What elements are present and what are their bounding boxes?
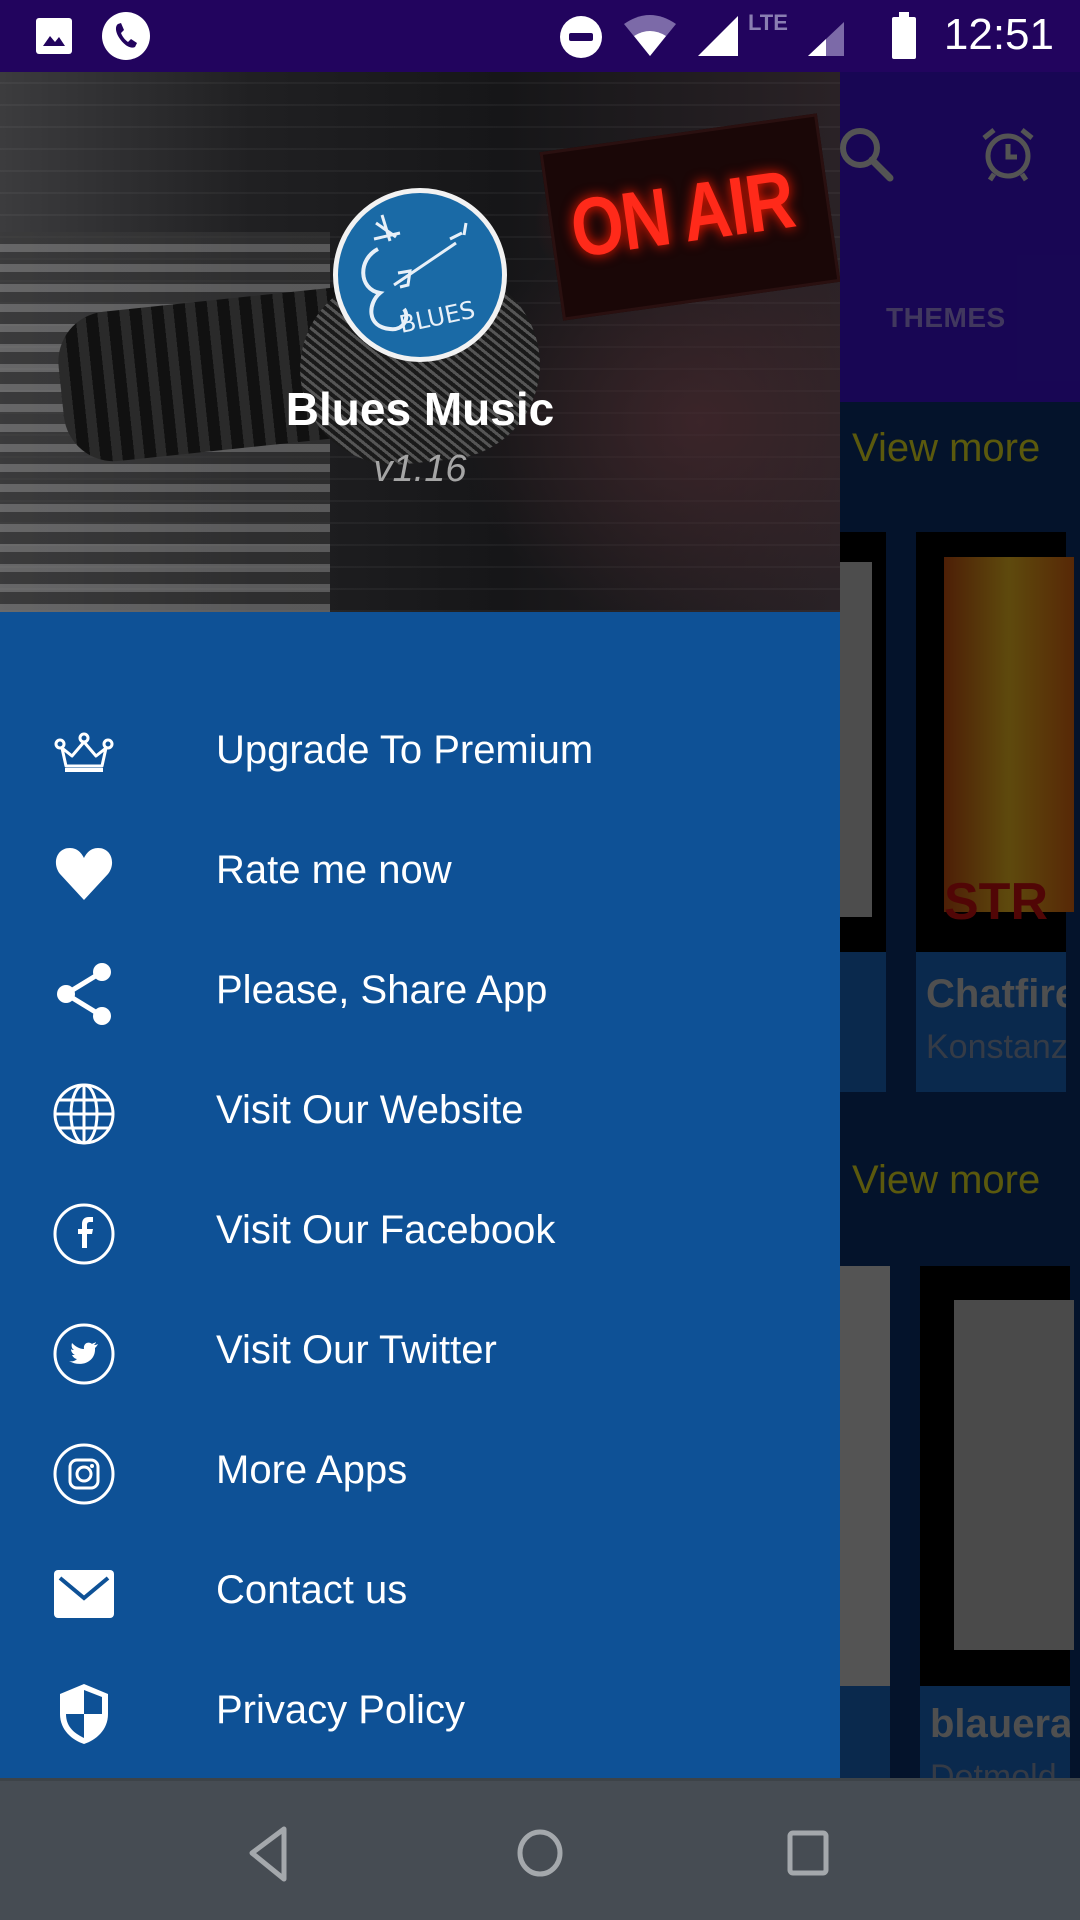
- navigation-drawer: ON AIR BLUES Blues Music v1.16 Upgrade T…: [0, 72, 840, 1778]
- crown-icon: [52, 722, 116, 786]
- app-name: Blues Music: [285, 383, 555, 435]
- menu-item-label: Privacy Policy: [216, 1688, 465, 1732]
- share-icon: [52, 962, 116, 1026]
- menu-item-share[interactable]: Please, Share App: [0, 932, 840, 1052]
- menu-item-label: More Apps: [216, 1448, 408, 1492]
- wifi-icon: [622, 12, 678, 63]
- recents-icon: [787, 1830, 829, 1876]
- phone-call-notification-icon: [100, 10, 152, 67]
- menu-item-facebook[interactable]: Visit Our Facebook: [0, 1172, 840, 1292]
- globe-icon: [52, 1082, 116, 1146]
- signal-icon: [696, 14, 740, 63]
- recents-button[interactable]: [776, 1821, 840, 1885]
- twitter-icon: [52, 1322, 116, 1386]
- home-icon: [517, 1829, 563, 1877]
- battery-icon: [890, 12, 918, 65]
- menu-item-label: Upgrade To Premium: [216, 728, 594, 772]
- facebook-icon: [52, 1202, 116, 1266]
- menu-item-label: Please, Share App: [216, 968, 548, 1012]
- lte-label: LTE: [748, 10, 788, 35]
- menu-item-label: Visit Our Website: [216, 1088, 524, 1132]
- status-bar: LTE 12:51: [0, 0, 1080, 72]
- menu-item-label: Visit Our Twitter: [216, 1328, 497, 1372]
- menu-item-label: Rate me now: [216, 848, 452, 892]
- menu-item-more-apps[interactable]: More Apps: [0, 1412, 840, 1532]
- back-button[interactable]: [240, 1821, 304, 1885]
- heart-icon: [52, 842, 116, 906]
- menu-item-upgrade-premium[interactable]: Upgrade To Premium: [0, 692, 840, 812]
- on-air-text: ON AIR: [565, 154, 799, 276]
- menu-item-twitter[interactable]: Visit Our Twitter: [0, 1292, 840, 1412]
- menu-item-website[interactable]: Visit Our Website: [0, 1052, 840, 1172]
- menu-item-label: Contact us: [216, 1568, 408, 1612]
- back-icon: [249, 1826, 287, 1882]
- shield-icon: [52, 1682, 116, 1746]
- gallery-notification-icon: [34, 16, 74, 61]
- on-air-sign: ON AIR: [539, 113, 840, 321]
- menu-item-rate[interactable]: Rate me now: [0, 812, 840, 932]
- lte-signal-icon: [806, 20, 846, 63]
- mail-icon: [52, 1562, 116, 1626]
- status-time: 12:51: [943, 10, 1054, 59]
- menu-item-label: Visit Our Facebook: [216, 1208, 556, 1252]
- logo-text: BLUES: [397, 296, 478, 339]
- system-nav-bar: [0, 1778, 1080, 1920]
- app-version: v1.16: [373, 448, 467, 490]
- instagram-icon: [52, 1442, 116, 1506]
- menu-item-privacy[interactable]: Privacy Policy: [0, 1652, 840, 1772]
- app-logo: BLUES: [333, 188, 507, 362]
- do-not-disturb-icon: [558, 14, 604, 65]
- menu-item-contact[interactable]: Contact us: [0, 1532, 840, 1652]
- home-button[interactable]: [508, 1821, 572, 1885]
- drawer-header: ON AIR BLUES Blues Music v1.16: [0, 72, 840, 612]
